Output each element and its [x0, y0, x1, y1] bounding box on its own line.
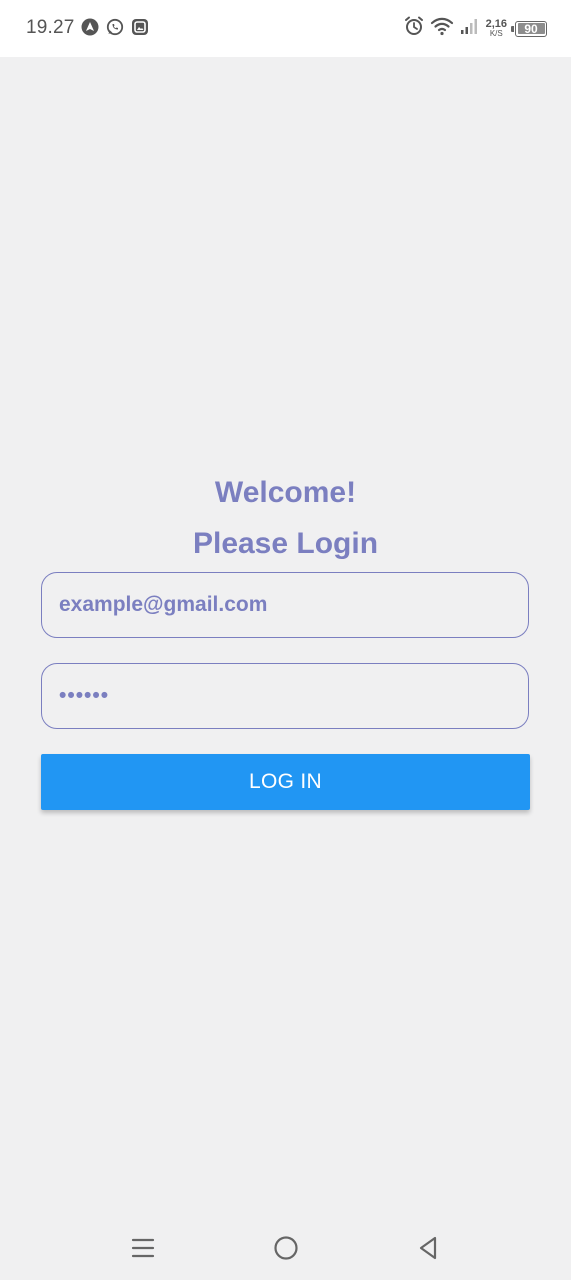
battery-indicator: 90 [511, 20, 547, 37]
welcome-title: Welcome! [214, 476, 357, 509]
status-bar: 19.27 2,16 K/S 90 [0, 0, 571, 57]
login-button[interactable]: LOG IN [41, 754, 530, 810]
email-value: example@gmail.com [59, 593, 268, 616]
gallery-icon [131, 18, 149, 41]
net-speed-unit: K/S [489, 29, 503, 38]
login-subtitle: Please Login [192, 527, 379, 560]
alarm-icon [404, 16, 424, 41]
home-icon[interactable] [271, 1233, 301, 1263]
status-time: 19.27 [26, 17, 75, 38]
net-speed: 2,16 K/S [486, 19, 507, 38]
login-button-label: LOG IN [249, 770, 322, 793]
status-left-icons [81, 18, 149, 41]
email-field[interactable]: example@gmail.com [41, 572, 529, 638]
password-field[interactable]: •••••• [41, 663, 529, 729]
navigation-app-icon [81, 18, 99, 41]
back-icon[interactable] [413, 1233, 443, 1263]
whatsapp-icon [106, 18, 124, 41]
status-right-icons: 2,16 K/S 90 [404, 16, 547, 41]
battery-level: 90 [524, 21, 538, 36]
navigation-bar [0, 1215, 571, 1280]
signal-icon [460, 17, 478, 40]
wifi-icon [430, 16, 454, 41]
menu-icon[interactable] [128, 1233, 158, 1263]
password-value: •••••• [59, 684, 110, 707]
